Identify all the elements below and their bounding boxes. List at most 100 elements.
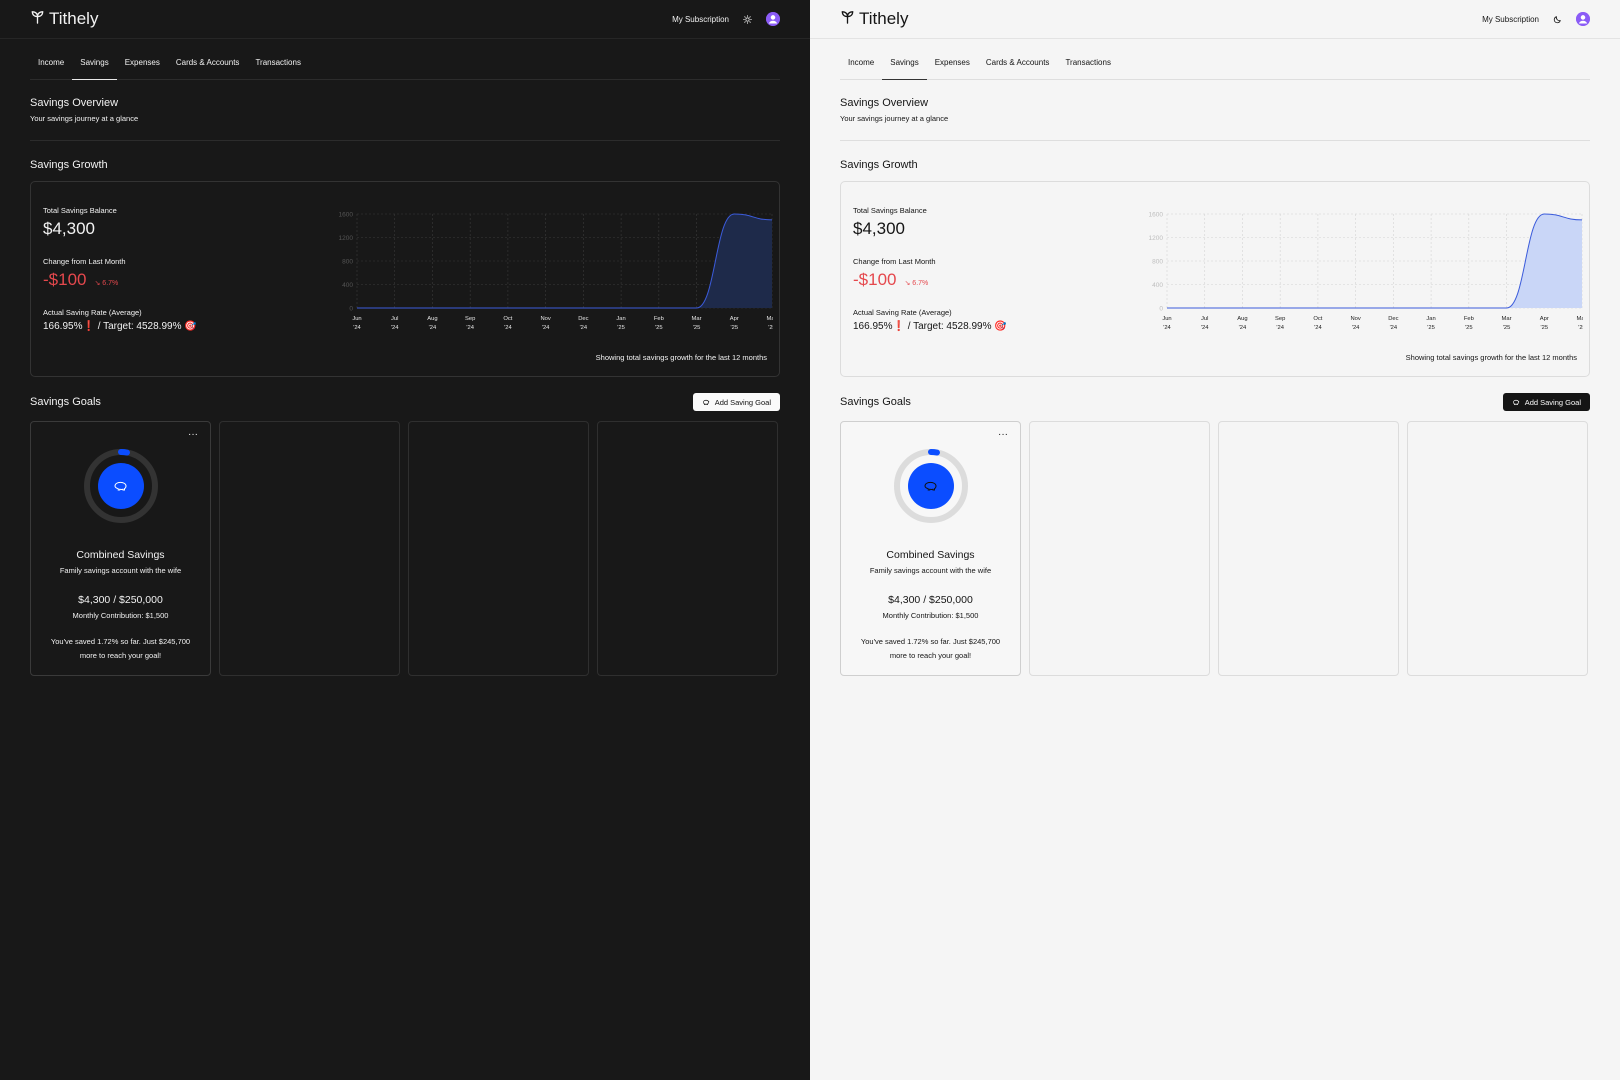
user-avatar-icon[interactable] [1576,12,1590,26]
x-tick-label: '24 [1163,325,1171,331]
savings-growth-chart: 0 400 800 1200 1600 Jun '24 Jul '24 Aug '24 Sep '24 O… [1133,210,1583,338]
goal-progress-ring [83,448,159,524]
x-tick-label: Oct [1313,316,1322,322]
empty-goal-slot [1029,421,1210,676]
goal-description: Family savings account with the wife [59,566,182,575]
empty-goal-slot [597,421,778,676]
goal-description: Family savings account with the wife [869,566,992,575]
x-tick-label: '25 [655,325,663,331]
tab-transactions[interactable]: Transactions [247,58,309,79]
sun-icon[interactable] [743,14,752,24]
savings-growth-title: Savings Growth [840,159,918,171]
tab-income[interactable]: Income [840,58,882,79]
x-tick-label: Feb [654,316,664,322]
savings-overview-header: Savings Overview Your savings journey at… [840,80,1590,141]
tab-transactions[interactable]: Transactions [1057,58,1119,79]
saving-rate-value: 166.95%❗ / Target: 4528.99% 🎯 [43,321,197,332]
x-tick-label: Dec [1388,316,1398,322]
moon-icon[interactable] [1553,15,1562,24]
empty-goal-slot [1218,421,1399,676]
x-tick-label: May [1577,316,1583,322]
top-bar: Tithely My Subscription [810,0,1620,39]
savings-goals-title: Savings Goals [30,396,101,408]
goals-grid: ··· Combined Savings Family savings acco… [840,421,1590,676]
x-tick-label: Jul [1201,316,1208,322]
more-horizontal-icon[interactable]: ··· [188,429,198,440]
x-tick-label: '25 [1540,325,1548,331]
brand-logo[interactable]: Tithely [30,9,98,29]
dark-theme-panel: Tithely My Subscription Income Savings E… [0,0,810,1080]
empty-goal-slot [408,421,589,676]
tab-cards-accounts[interactable]: Cards & Accounts [978,58,1058,79]
sprout-icon [840,9,855,29]
x-tick-label: '25 [730,325,738,331]
goal-amount: $4,300 / $250,000 [78,594,163,606]
x-tick-label: '24 [353,325,361,331]
x-tick-label: Aug [1237,316,1247,322]
tab-cards-accounts[interactable]: Cards & Accounts [168,58,248,79]
y-tick-label: 1200 [339,235,354,242]
brand-name: Tithely [49,9,99,28]
x-tick-label: '24 [1239,325,1247,331]
sprout-icon [30,9,45,29]
my-subscription-link[interactable]: My Subscription [672,15,729,24]
x-tick-label: '24 [391,325,399,331]
y-tick-label: 400 [1152,282,1163,289]
brand-logo[interactable]: Tithely [840,9,908,29]
tab-savings[interactable]: Savings [882,58,928,80]
goal-name: Combined Savings [76,549,165,561]
saving-rate-value: 166.95%❗ / Target: 4528.99% 🎯 [853,321,1007,332]
savings-growth-card: Total Savings Balance $4,300 Change from… [840,181,1590,377]
x-tick-label: Sep [465,316,475,322]
add-saving-goal-button[interactable]: Add Saving Goal [1502,393,1590,411]
x-tick-label: Sep [1275,316,1285,322]
x-tick-label: '24 [1276,325,1284,331]
add-saving-goal-label: Add Saving Goal [1524,397,1581,407]
x-tick-label: Jul [391,316,398,322]
goal-card[interactable]: ··· Combined Savings Family savings acco… [30,421,211,676]
x-tick-label: Mar [1502,316,1512,322]
change-label: Change from Last Month [43,257,126,266]
x-tick-label: '24 [1390,325,1398,331]
x-tick-label: Mar [692,316,702,322]
change-percent: ↘ 6.7% [94,280,119,287]
x-tick-label: '25 [1465,325,1473,331]
total-balance-label: Total Savings Balance [853,206,927,215]
page-title: Savings Overview [30,97,119,109]
tab-income[interactable]: Income [30,58,72,79]
user-avatar-icon[interactable] [766,12,780,26]
top-bar: Tithely My Subscription [0,0,810,39]
change-label: Change from Last Month [853,257,936,266]
savings-overview-header: Savings Overview Your savings journey at… [30,80,780,141]
main-tabs: Income Savings Expenses Cards & Accounts… [840,39,1590,80]
total-balance-value: $4,300 [853,219,905,238]
x-tick-label: Jan [616,316,625,322]
x-tick-label: '25 [693,325,701,331]
x-tick-label: Oct [503,316,512,322]
page-subtitle: Your savings journey at a glance [840,114,949,123]
brand-name: Tithely [859,9,909,28]
x-tick-label: Feb [1464,316,1474,322]
my-subscription-link[interactable]: My Subscription [1482,15,1539,24]
add-saving-goal-button[interactable]: Add Saving Goal [692,393,780,411]
tab-savings[interactable]: Savings [72,58,118,80]
savings-growth-title: Savings Growth [30,159,108,171]
more-horizontal-icon[interactable]: ··· [998,429,1008,440]
goal-message: You've saved 1.72% so far. Just $245,700… [860,637,1001,660]
x-tick-label: Jun [1162,316,1171,322]
x-tick-label: '24 [1352,325,1360,331]
x-tick-label: '24 [429,325,437,331]
tab-expenses[interactable]: Expenses [927,58,978,79]
light-theme-panel: Tithely My Subscription Income Savings E… [810,0,1620,1080]
add-saving-goal-label: Add Saving Goal [714,397,771,407]
tab-expenses[interactable]: Expenses [117,58,168,79]
goal-contribution: Monthly Contribution: $1,500 [72,611,169,620]
x-tick-label: '24 [504,325,512,331]
x-tick-label: Nov [540,316,550,322]
x-tick-label: '24 [580,325,588,331]
goal-card[interactable]: ··· Combined Savings Family savings acco… [840,421,1021,676]
x-tick-label: Jun [352,316,361,322]
main-tabs: Income Savings Expenses Cards & Accounts… [30,39,780,80]
savings-goals-title: Savings Goals [840,396,911,408]
total-balance-value: $4,300 [43,219,95,238]
